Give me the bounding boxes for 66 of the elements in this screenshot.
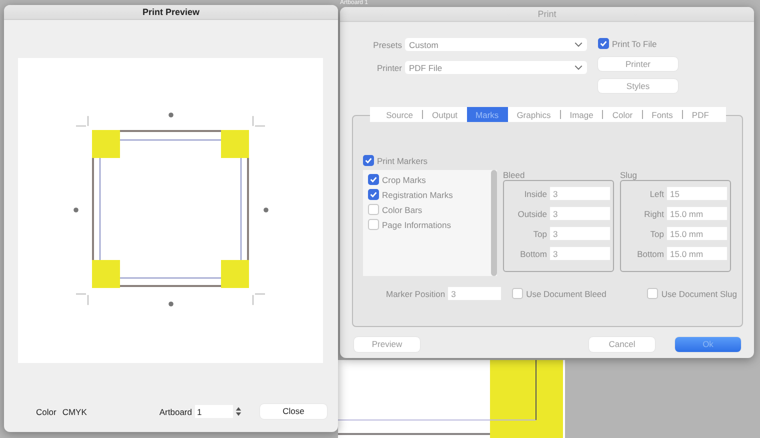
artboard-label: Artboard bbox=[159, 406, 192, 416]
field-label: Bottom bbox=[637, 248, 664, 258]
tab[interactable]: PDF bbox=[682, 107, 718, 122]
input-field[interactable]: 15 bbox=[667, 187, 727, 200]
field-label: Left bbox=[650, 188, 664, 198]
input-field[interactable]: 3 bbox=[550, 227, 610, 240]
window-title: Print bbox=[340, 7, 754, 22]
checkbox[interactable] bbox=[368, 189, 379, 200]
marker-position-label: Marker Position bbox=[386, 288, 446, 298]
field-label: Top bbox=[533, 228, 547, 238]
field-label: Bottom bbox=[520, 248, 547, 258]
chevron-down-icon bbox=[574, 42, 583, 47]
presets-dropdown[interactable]: Custom bbox=[405, 38, 587, 51]
field-label: Inside bbox=[524, 188, 547, 198]
checkbox-label: Print Markers bbox=[377, 156, 428, 166]
marker-position-field[interactable]: 3 bbox=[448, 287, 502, 300]
tab[interactable]: Fonts bbox=[642, 107, 682, 122]
artboard-field[interactable]: 1 bbox=[195, 405, 233, 418]
dialog-button[interactable]: Preview bbox=[354, 337, 420, 352]
checkbox[interactable] bbox=[363, 155, 374, 166]
input-field[interactable]: 3 bbox=[550, 187, 610, 200]
checkbox[interactable] bbox=[512, 288, 524, 299]
checkbox-label: Use Document Slug bbox=[661, 288, 737, 298]
side-button[interactable]: Styles bbox=[598, 79, 678, 93]
checkbox-label: Page Informations bbox=[382, 220, 451, 230]
checkbox[interactable] bbox=[598, 38, 609, 49]
stepper-icon[interactable] bbox=[235, 406, 242, 417]
checkmark-icon bbox=[599, 39, 608, 48]
group-title: Slug bbox=[620, 170, 638, 180]
checkbox[interactable] bbox=[368, 174, 379, 185]
chevron-down-icon bbox=[574, 65, 583, 70]
close-button[interactable]: Close bbox=[260, 404, 327, 419]
tab[interactable]: Image bbox=[560, 107, 602, 122]
window-title: Print Preview bbox=[4, 5, 338, 20]
printer-label: Printer bbox=[376, 62, 402, 72]
field-label: Outside bbox=[518, 208, 547, 218]
group-title: Bleed bbox=[503, 170, 526, 180]
checkbox-label: Crop Marks bbox=[382, 174, 426, 184]
tab[interactable]: Output bbox=[423, 107, 467, 122]
tab[interactable]: Source bbox=[377, 107, 422, 122]
color-label: Color bbox=[36, 406, 56, 416]
tab[interactable]: Color bbox=[603, 107, 642, 122]
checkbox-label: Color Bars bbox=[382, 204, 422, 214]
checkbox[interactable] bbox=[368, 204, 379, 215]
field-label: Top bbox=[650, 228, 664, 238]
input-field[interactable]: 15.0 mm bbox=[667, 207, 727, 220]
input-field[interactable]: 15.0 mm bbox=[667, 227, 727, 240]
field-label: Right bbox=[644, 208, 664, 218]
side-button[interactable]: Printer bbox=[598, 57, 678, 71]
checkbox-label: Use Document Bleed bbox=[526, 288, 606, 298]
input-field[interactable]: 15.0 mm bbox=[667, 247, 727, 260]
checkbox-label: Print To File bbox=[612, 38, 657, 48]
tab[interactable]: Graphics bbox=[508, 107, 560, 122]
dialog-button[interactable]: Ok bbox=[675, 337, 741, 352]
printer-dropdown[interactable]: PDF File bbox=[405, 61, 587, 74]
checkmark-icon bbox=[364, 156, 373, 165]
checkbox-label: Registration Marks bbox=[382, 190, 453, 200]
presets-label: Presets bbox=[372, 40, 402, 50]
tab[interactable]: Marks bbox=[466, 107, 508, 122]
input-field[interactable]: 3 bbox=[550, 207, 610, 220]
input-field[interactable]: 3 bbox=[550, 247, 610, 260]
checkbox[interactable] bbox=[368, 219, 379, 230]
color-value: CMYK bbox=[62, 406, 87, 416]
scrollbar[interactable] bbox=[491, 170, 497, 276]
checkbox[interactable] bbox=[647, 288, 658, 299]
dialog-button[interactable]: Cancel bbox=[589, 337, 655, 352]
